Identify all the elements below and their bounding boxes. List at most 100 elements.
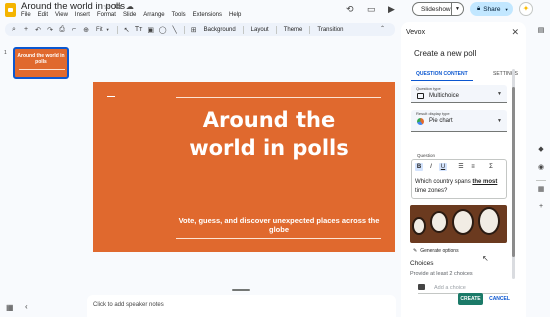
calendar-icon[interactable]: ▤ (536, 26, 546, 36)
panel-scrollbar[interactable] (512, 69, 515, 279)
tabs: QUESTION CONTENT SETTINGS (411, 71, 518, 81)
display-type-value: Pie chart (429, 118, 453, 124)
scrollbar-thumb[interactable] (512, 87, 515, 257)
tasks-icon[interactable]: ◉ (536, 163, 546, 173)
gemini-icon[interactable]: ✦ (519, 2, 533, 16)
chevron-down-icon: ▼ (504, 6, 509, 12)
add-icon[interactable]: + (20, 26, 32, 33)
transition-button[interactable]: Transition (313, 27, 347, 33)
menu-slide[interactable]: Slide (123, 12, 136, 18)
slideshow-button[interactable]: Slideshow ▼ (412, 2, 464, 16)
slide-top-rule (176, 97, 381, 98)
chevron-down-icon[interactable]: ▼ (451, 3, 463, 15)
generate-options-button[interactable]: ✎ Generate options (413, 248, 459, 254)
menu-tools[interactable]: Tools (172, 12, 186, 18)
slide-bottom-rule (176, 238, 381, 239)
clock-icon (478, 207, 500, 235)
paint-format-icon[interactable]: ⌐ (68, 26, 80, 33)
notes-resize-handle[interactable] (232, 289, 250, 291)
line-icon[interactable]: ╲ (169, 26, 181, 34)
side-rail: ▤ ◆ ◉ ▦ + (532, 22, 550, 317)
chevron-down-icon: ▼ (105, 27, 110, 32)
theme-button[interactable]: Theme (280, 27, 307, 33)
select-icon[interactable]: ↖ (121, 26, 133, 34)
share-label: Share (483, 5, 501, 13)
choices-hint: Provide at least 2 choices (410, 271, 473, 277)
menu-help[interactable]: Help (229, 12, 241, 18)
bold-icon[interactable]: B (415, 163, 423, 171)
move-icon[interactable]: ⧉ (115, 2, 121, 12)
image-icon[interactable] (418, 284, 425, 290)
toolbar: ⌕ + ↶ ↷ ⎙ ⌐ ⊕ Fit ▼ ↖ Tт ▣ ◯ ╲ ⊞ Backgro… (5, 23, 395, 36)
tab-question-content[interactable]: QUESTION CONTENT (416, 71, 468, 77)
slide[interactable]: Around the world in polls Vote, guess, a… (93, 82, 395, 252)
chevron-left-icon[interactable]: ‹ (25, 302, 28, 311)
menu-format[interactable]: Format (97, 12, 116, 18)
addon-name: Vevox (406, 29, 426, 36)
cloud-status-icon[interactable]: ☁ (126, 2, 134, 12)
create-button[interactable]: CREATE (458, 293, 483, 305)
divider (275, 25, 277, 34)
numbered-list-icon[interactable]: ≡ (469, 163, 477, 171)
mouse-cursor-icon: ↖ (482, 254, 489, 263)
question-type-label: Question type (416, 86, 441, 91)
grid-view-icon[interactable]: ▦ (6, 303, 14, 312)
history-icon[interactable]: ⟲ (346, 4, 354, 15)
bullet-list-icon[interactable]: ☰ (457, 163, 465, 171)
close-icon[interactable]: ✕ (511, 27, 519, 38)
menu-insert[interactable]: Insert (75, 12, 90, 18)
keep-icon[interactable]: ◆ (536, 145, 546, 155)
shape-icon[interactable]: ◯ (157, 26, 169, 34)
undo-icon[interactable]: ↶ (32, 26, 44, 34)
question-text[interactable]: Which country spans the most time zones? (415, 178, 505, 196)
divider (536, 180, 546, 181)
speaker-notes[interactable]: Click to add speaker notes (87, 295, 396, 317)
collapse-toolbar-icon[interactable]: ⌃ (380, 25, 385, 32)
meet-icon[interactable]: ▶ (388, 4, 395, 15)
menu-arrange[interactable]: Arrange (143, 12, 164, 18)
multichoice-icon (417, 93, 424, 99)
zoom-select[interactable]: Fit ▼ (92, 27, 114, 33)
print-icon[interactable]: ⎙ (56, 26, 68, 34)
menu-extensions[interactable]: Extensions (193, 12, 222, 18)
slide-number: 1 (4, 50, 7, 56)
slideshow-label: Slideshow (421, 5, 451, 13)
clock-icon (412, 217, 426, 235)
question-text-part: time zones? (415, 188, 448, 194)
clock-icon (452, 209, 474, 235)
menu-file[interactable]: File (21, 12, 31, 18)
question-type-value: Multichoice (429, 93, 460, 99)
sigma-icon[interactable]: Σ (487, 163, 495, 171)
share-button[interactable]: 🔒︎ Share ▼ (470, 2, 513, 16)
slide-thumbnail[interactable]: Around the world in polls (13, 47, 69, 79)
comments-icon[interactable]: ▭ (367, 4, 376, 15)
layout-button[interactable]: Layout (247, 27, 273, 33)
magic-wand-icon: ✎ (413, 248, 418, 254)
display-type-select[interactable]: Result display type Pie chart ▼ (411, 110, 507, 132)
add-on-icon[interactable]: + (536, 202, 546, 212)
image-icon[interactable]: ▣ (145, 26, 157, 34)
slides-logo-icon[interactable] (5, 3, 16, 17)
question-editor[interactable]: B I U ☰ ≡ Σ Which country spans the most… (411, 159, 507, 199)
clock-icon (430, 211, 448, 233)
cancel-button[interactable]: CANCEL (487, 293, 512, 305)
menu-view[interactable]: View (55, 12, 68, 18)
question-type-select[interactable]: Question type Multichoice ▼ (411, 85, 507, 103)
search-icon[interactable]: ⌕ (8, 26, 20, 34)
contacts-icon[interactable]: ▦ (536, 185, 546, 195)
slide-title[interactable]: Around the world in polls (171, 106, 367, 162)
question-image[interactable] (410, 205, 507, 243)
comment-add-icon[interactable]: ⊞ (188, 26, 200, 34)
chevron-down-icon: ▼ (497, 91, 502, 97)
divider (183, 25, 185, 34)
slide-subtitle[interactable]: Vote, guess, and discover unexpected pla… (171, 216, 387, 234)
menu-edit[interactable]: Edit (38, 12, 48, 18)
star-icon[interactable]: ☆ (103, 2, 110, 12)
redo-icon[interactable]: ↷ (44, 26, 56, 34)
zoom-icon[interactable]: ⊕ (80, 26, 92, 34)
underline-icon[interactable]: U (439, 163, 447, 171)
background-button[interactable]: Background (200, 27, 240, 33)
zoom-label: Fit (96, 26, 103, 33)
italic-icon[interactable]: I (427, 163, 435, 171)
text-box-icon[interactable]: Tт (133, 26, 145, 33)
